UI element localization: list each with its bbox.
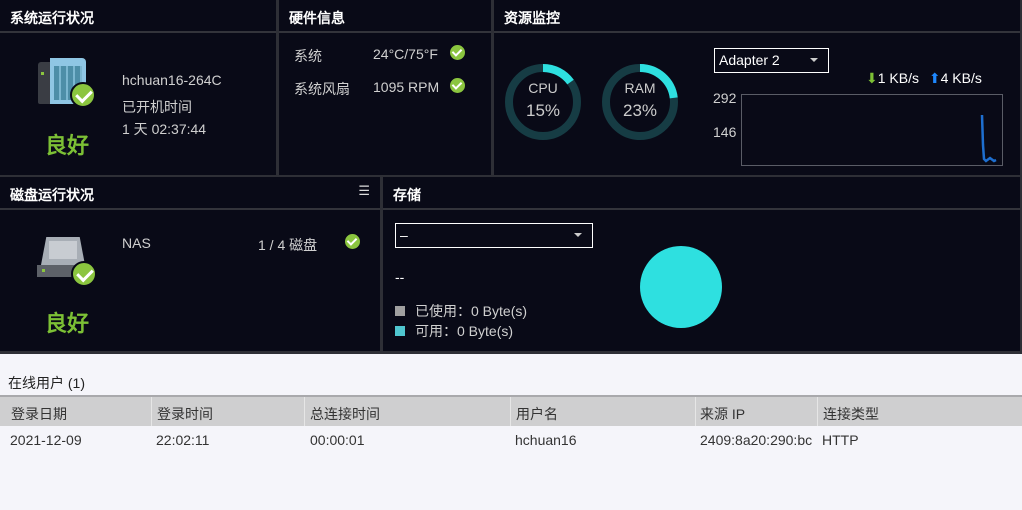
online-users-title: 在线用户 (1) bbox=[8, 375, 85, 391]
volume-select[interactable]: – bbox=[395, 223, 593, 248]
fan-value: 1095 RPM bbox=[373, 79, 440, 95]
volume-select-value: – bbox=[400, 227, 408, 243]
temp-value: 24°C/75°F bbox=[373, 46, 438, 62]
column-header[interactable]: 登录时间 bbox=[157, 404, 213, 424]
disk-count: 1 / 4 磁盘 bbox=[258, 237, 318, 253]
check-icon bbox=[345, 234, 360, 249]
y-tick: 292 bbox=[713, 90, 737, 106]
used-text: 已使用：0 Byte(s) bbox=[415, 303, 528, 319]
uptime-value: 1 天 02:37:44 bbox=[122, 121, 207, 137]
connection-duration: 00:00:01 bbox=[310, 432, 365, 448]
column-header[interactable]: 用户名 bbox=[516, 404, 558, 424]
network-chart bbox=[741, 94, 1003, 166]
connection-type: HTTP bbox=[822, 432, 859, 448]
column-header[interactable]: 登录日期 bbox=[11, 404, 67, 424]
table-row[interactable]: 2021-12-09 22:02:11 00:00:01 hchuan16 24… bbox=[0, 428, 1022, 454]
table-header: 登录日期 登录时间 总连接时间 用户名 来源 IP 连接类型 bbox=[0, 395, 1022, 426]
dashboard: 系统运行状况 良好 hchuan16-264C 已开机时间 1 天 02:37:… bbox=[0, 0, 1022, 354]
resource-monitor-panel: 资源监控 CPU 15% RAM 23% Adapter 2 ⬇1 KB/s ⬆… bbox=[494, 0, 1020, 175]
list-icon[interactable]: ☰ bbox=[358, 183, 370, 199]
column-header[interactable]: 连接类型 bbox=[823, 404, 879, 424]
dropdown-arrow-icon bbox=[574, 233, 582, 237]
system-health-status: 良好 bbox=[45, 133, 90, 158]
dropdown-arrow-icon bbox=[810, 58, 818, 62]
legend-used: 已使用：0 Byte(s) bbox=[395, 301, 527, 321]
legend-swatch-free bbox=[395, 326, 405, 336]
disk-name: NAS bbox=[122, 235, 151, 251]
disk-health-status: 良好 bbox=[45, 311, 90, 336]
column-header[interactable]: 总连接时间 bbox=[310, 404, 380, 424]
check-icon bbox=[450, 78, 465, 93]
ram-value: 23% bbox=[622, 101, 658, 120]
column-header[interactable]: 来源 IP bbox=[700, 404, 745, 424]
network-series-line bbox=[980, 114, 997, 163]
cpu-value: 15% bbox=[525, 101, 561, 120]
legend-free: 可用：0 Byte(s) bbox=[395, 321, 513, 341]
adapter-value: Adapter 2 bbox=[719, 52, 780, 68]
login-date: 2021-12-09 bbox=[10, 432, 82, 448]
download-arrow-icon: ⬇ bbox=[866, 70, 878, 86]
download-speed: 1 KB/s bbox=[877, 70, 919, 86]
login-time: 22:02:11 bbox=[156, 432, 210, 448]
panel-title: 硬件信息 bbox=[279, 0, 491, 33]
panel-title: 系统运行状况 bbox=[0, 0, 276, 33]
volume-name: -- bbox=[395, 269, 405, 285]
disk-status-panel: 磁盘运行状况 ☰ 良好 NAS 1 / 4 磁盘 bbox=[0, 177, 380, 351]
disk-icon bbox=[37, 237, 97, 287]
temp-label: 系统 bbox=[294, 48, 322, 64]
free-text: 可用：0 Byte(s) bbox=[415, 323, 514, 339]
fan-label: 系统风扇 bbox=[294, 81, 350, 97]
username: hchuan16 bbox=[515, 432, 577, 448]
uptime-label: 已开机时间 bbox=[122, 99, 192, 115]
cpu-label: CPU bbox=[528, 80, 558, 96]
storage-pie-chart bbox=[640, 246, 722, 328]
system-status-panel: 系统运行状况 良好 hchuan16-264C 已开机时间 1 天 02:37:… bbox=[0, 0, 276, 175]
upload-arrow-icon: ⬆ bbox=[928, 70, 941, 86]
source-ip: 2409:8a20:290:bc bbox=[700, 432, 813, 448]
panel-title: 存储 bbox=[383, 177, 1020, 210]
storage-panel: 存储 – -- 已使用：0 Byte(s) 可用：0 Byte(s) bbox=[383, 177, 1020, 351]
upload-speed: 4 KB/s bbox=[940, 70, 982, 86]
adapter-select[interactable]: Adapter 2 bbox=[714, 48, 829, 73]
ram-label: RAM bbox=[624, 80, 656, 96]
check-icon bbox=[450, 45, 465, 60]
panel-title: 磁盘运行状况 bbox=[0, 177, 380, 210]
hardware-panel: 硬件信息 系统 24°C/75°F 系统风扇 1095 RPM bbox=[279, 0, 491, 175]
nas-device-icon bbox=[38, 58, 96, 108]
network-speed: ⬇1 KB/s ⬆4 KB/s bbox=[866, 70, 982, 87]
hostname: hchuan16-264C bbox=[122, 72, 222, 88]
legend-swatch-used bbox=[395, 306, 405, 316]
online-users-section: 在线用户 (1) 登录日期 登录时间 总连接时间 用户名 来源 IP 连接类型 … bbox=[0, 354, 1022, 510]
y-tick: 146 bbox=[713, 124, 737, 140]
